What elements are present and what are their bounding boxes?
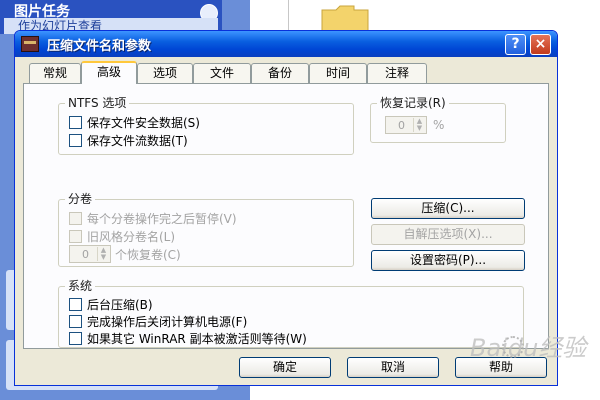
checkbox-box[interactable] <box>69 116 82 129</box>
shutdown-when-done-checkbox[interactable]: 完成操作后关闭计算机电源(F) <box>69 313 247 330</box>
ok-button[interactable]: 确定 <box>239 357 331 378</box>
checkbox-box[interactable] <box>69 134 82 147</box>
old-style-volume-names-checkbox[interactable]: 旧风格分卷名(L) <box>69 228 175 245</box>
wait-if-other-active-checkbox[interactable]: 如果其它 WinRAR 副本被激活则等待(W) <box>69 330 307 347</box>
tab-files[interactable]: 文件 <box>193 63 251 83</box>
help-button[interactable]: ? <box>505 34 526 55</box>
spinner-value: 0 <box>398 118 405 132</box>
checkbox-box[interactable] <box>69 315 82 328</box>
checkbox-label: 如果其它 WinRAR 副本被激活则等待(W) <box>87 332 307 346</box>
paw-icon <box>502 336 524 358</box>
close-button[interactable]: × <box>530 34 551 55</box>
pause-after-volume-checkbox[interactable]: 每个分卷操作完之后暂停(V) <box>69 210 237 227</box>
recovery-record-title: 恢复记录(R) <box>377 96 449 110</box>
tab-general[interactable]: 常规 <box>29 63 81 83</box>
dialog-title: 压缩文件名和参数 <box>47 39 152 54</box>
recovery-volumes-label: 个恢复卷(C) <box>115 247 181 262</box>
tab-comment[interactable]: 注释 <box>367 63 427 83</box>
baidu-watermark: Baidu经验 <box>470 334 587 362</box>
checkbox-label: 旧风格分卷名(L) <box>87 230 176 244</box>
tab-time[interactable]: 时间 <box>309 63 367 83</box>
save-security-checkbox[interactable]: 保存文件安全数据(S) <box>69 114 200 131</box>
percent-unit: % <box>433 118 445 132</box>
volumes-title: 分卷 <box>65 192 96 206</box>
folder-icon[interactable] <box>320 2 370 32</box>
checkbox-box[interactable] <box>69 298 82 311</box>
ntfs-options-title: NTFS 选项 <box>65 96 130 110</box>
checkbox-label: 完成操作后关闭计算机电源(F) <box>87 315 248 329</box>
tab-options[interactable]: 选项 <box>137 63 193 83</box>
recovery-volumes-row: 0 ▲ ▼ 个恢复卷(C) <box>69 245 181 263</box>
checkbox-label: 后台压缩(B) <box>87 298 153 312</box>
task-pane-header[interactable]: 图片任务 作为幻灯片查看 <box>0 0 222 34</box>
tab-backup[interactable]: 备份 <box>251 63 309 83</box>
system-group: 系统 后台压缩(B) 完成操作后关闭计算机电源(F) 如果其它 WinRAR 副… <box>58 279 524 348</box>
save-streams-checkbox[interactable]: 保存文件流数据(T) <box>69 132 188 149</box>
tab-advanced[interactable]: 高级 <box>81 61 137 84</box>
checkbox-box[interactable] <box>69 230 82 243</box>
recovery-record-group: 恢复记录(R) 0 ▲ ▼ % <box>370 96 506 143</box>
ntfs-options-group: NTFS 选项 保存文件安全数据(S) 保存文件流数据(T) <box>58 96 354 155</box>
sfx-options-button[interactable]: 自解压选项(X)... <box>371 224 525 245</box>
recovery-volumes-spinner[interactable]: 0 ▲ ▼ <box>69 245 111 263</box>
recovery-record-spinner[interactable]: 0 ▲ ▼ <box>385 116 427 134</box>
title-bar[interactable]: 压缩文件名和参数 ? × <box>15 31 557 57</box>
checkbox-label: 保存文件流数据(T) <box>87 134 188 148</box>
compression-button[interactable]: 压缩(C)... <box>371 198 525 219</box>
spinner-value: 0 <box>82 247 89 261</box>
checkbox-label: 保存文件安全数据(S) <box>87 116 200 130</box>
checkbox-box[interactable] <box>69 332 82 345</box>
background-compression-checkbox[interactable]: 后台压缩(B) <box>69 296 153 313</box>
recovery-record-row: 0 ▲ ▼ % <box>385 116 444 134</box>
checkbox-box[interactable] <box>69 212 82 225</box>
checkbox-label: 每个分卷操作完之后暂停(V) <box>87 212 237 226</box>
cancel-button[interactable]: 取消 <box>347 357 439 378</box>
volumes-group: 分卷 每个分卷操作完之后暂停(V) 旧风格分卷名(L) 0 ▲ ▼ 个恢复卷(C) <box>58 192 354 267</box>
system-title: 系统 <box>65 279 96 293</box>
advanced-tab-panel: NTFS 选项 保存文件安全数据(S) 保存文件流数据(T) 恢复记录(R) 0… <box>23 83 549 349</box>
winrar-icon <box>21 36 39 52</box>
spin-arrows-icon[interactable]: ▲ ▼ <box>97 247 109 261</box>
spin-arrows-icon[interactable]: ▲ ▼ <box>413 118 425 132</box>
set-password-button[interactable]: 设置密码(P)... <box>371 250 525 271</box>
